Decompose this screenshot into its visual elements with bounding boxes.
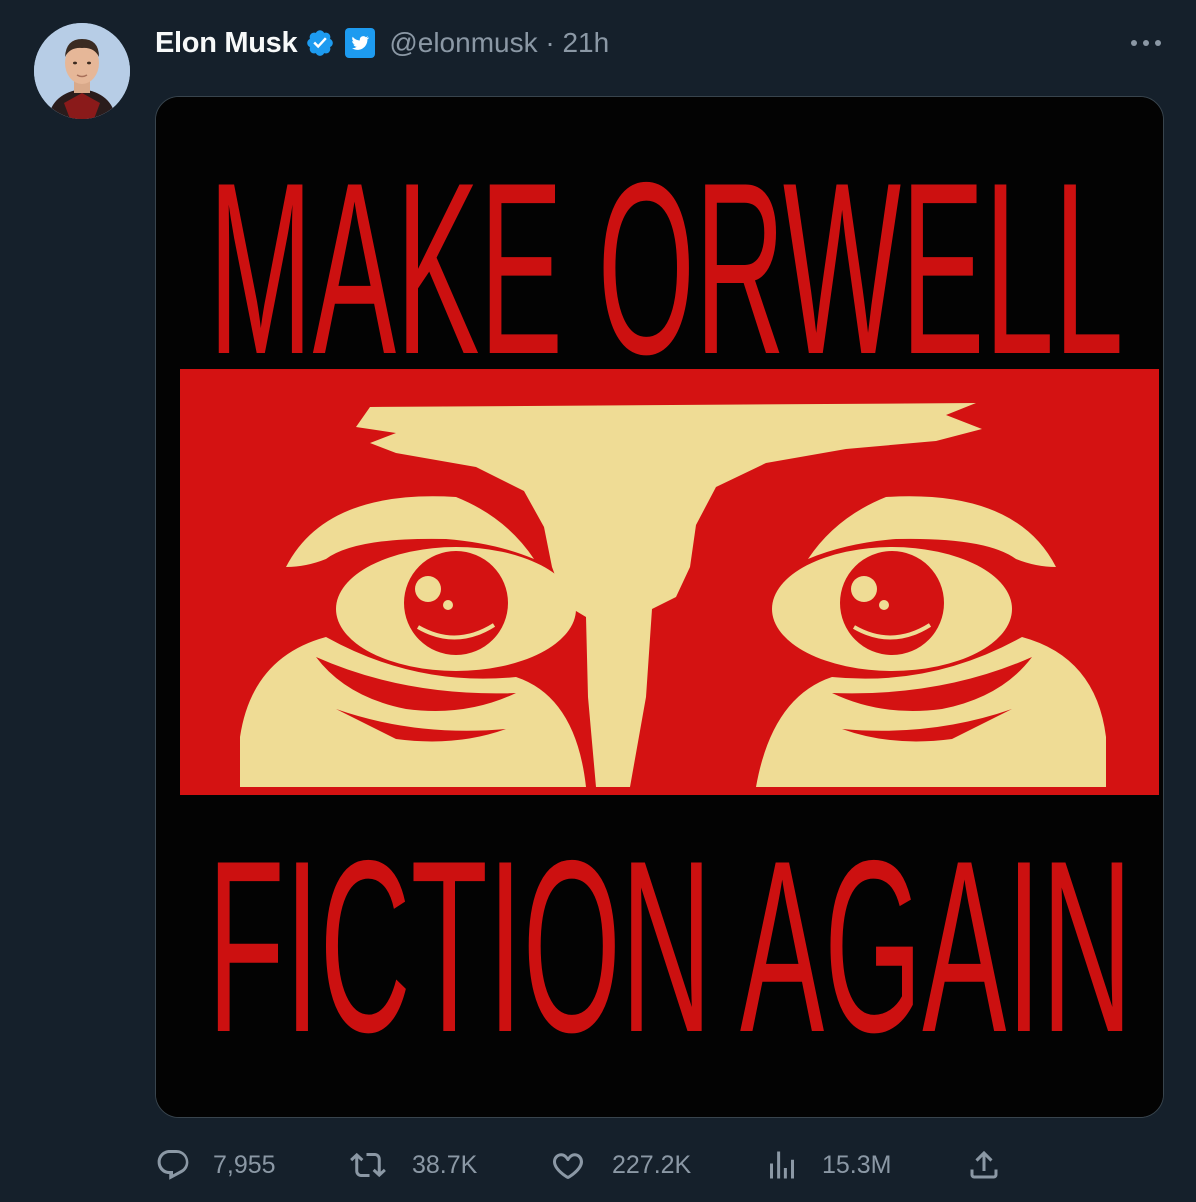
reply-count: 7,955: [213, 1150, 276, 1179]
retweet-icon: [350, 1152, 386, 1178]
poster-image: MAKE ORWELL FICTION AGAIN: [156, 97, 1163, 1117]
views-chart-icon: [770, 1151, 794, 1179]
verified-badge-icon[interactable]: [305, 28, 335, 58]
author-name[interactable]: Elon Musk: [155, 27, 298, 60]
more-dots-icon[interactable]: [1128, 30, 1164, 56]
handle-and-time[interactable]: @elonmusk · 21h: [389, 27, 609, 59]
share-button[interactable]: [966, 1140, 1002, 1190]
like-count: 227.2K: [612, 1150, 692, 1179]
share-icon: [970, 1150, 998, 1179]
retweet-count: 38.7K: [412, 1150, 478, 1179]
poster-line-2: FICTION AGAIN: [208, 809, 1133, 1083]
avatar[interactable]: [34, 23, 130, 119]
tweet-header: Elon Musk @elonmusk · 21h: [155, 22, 609, 64]
heart-icon: [553, 1153, 583, 1180]
reply-button[interactable]: 7,955: [155, 1140, 276, 1190]
poster-line-1: MAKE ORWELL: [209, 131, 1124, 405]
views-button[interactable]: 15.3M: [764, 1140, 891, 1190]
views-count: 15.3M: [822, 1150, 892, 1179]
like-button[interactable]: 227.2K: [550, 1140, 691, 1190]
action-bar: 7,955 38.7K 227.2K 15.3M: [0, 1140, 1196, 1190]
reply-icon: [157, 1150, 189, 1180]
avatar-photo: [34, 23, 130, 119]
retweet-button[interactable]: 38.7K: [350, 1140, 477, 1190]
tweet: Elon Musk @elonmusk · 21h MAKE ORWELL FI…: [0, 0, 1196, 1202]
twitter-bird-icon[interactable]: [345, 28, 376, 58]
tweet-media-image[interactable]: MAKE ORWELL FICTION AGAIN: [155, 96, 1164, 1118]
